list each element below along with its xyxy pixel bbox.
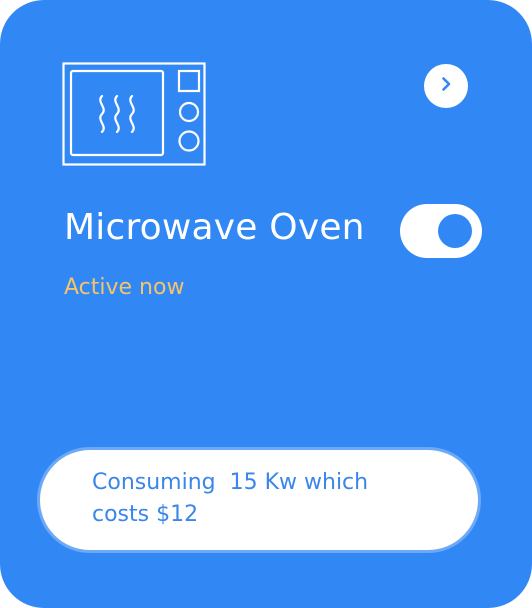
- device-name: Microwave Oven: [64, 207, 365, 248]
- microwave-icon: [62, 62, 206, 166]
- chevron-right-icon: [437, 75, 455, 97]
- usage-summary: Consuming 15 Kw which costs $12: [40, 450, 478, 550]
- power-toggle[interactable]: [400, 204, 482, 258]
- device-card[interactable]: Microwave Oven Active now Consuming 15 K…: [0, 0, 532, 608]
- details-button[interactable]: [424, 64, 468, 108]
- usage-text: Consuming 15 Kw which costs $12: [92, 470, 376, 527]
- status-text: Active now: [64, 275, 185, 300]
- toggle-knob: [438, 214, 472, 248]
